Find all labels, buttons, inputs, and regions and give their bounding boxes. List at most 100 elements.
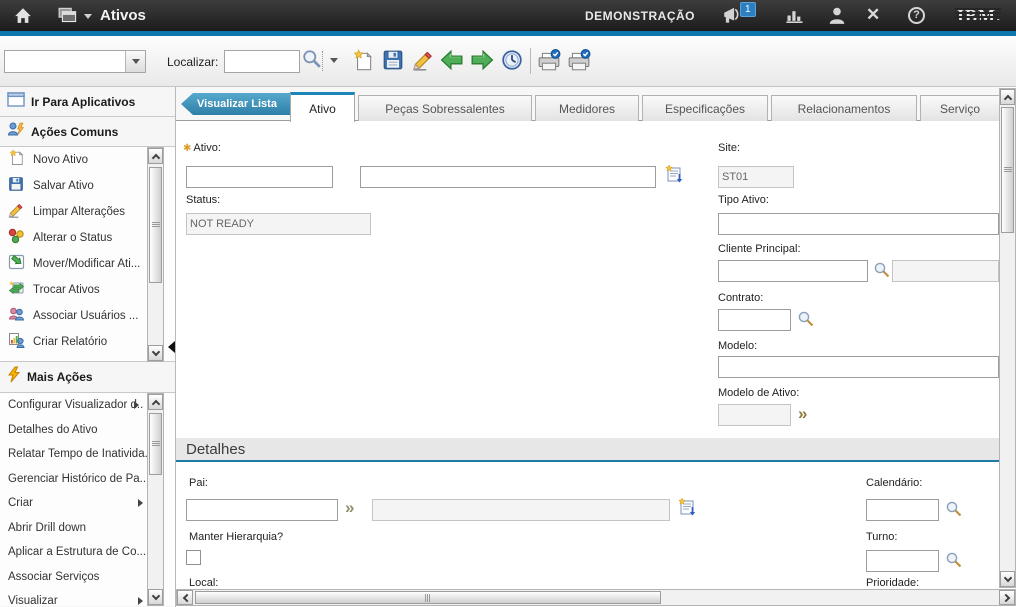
clear-changes-icon[interactable] (411, 49, 435, 76)
asset-id-input[interactable] (186, 166, 333, 188)
find-label: Localizar: (167, 55, 218, 69)
customer-description-field (892, 260, 999, 282)
content-vertical-scrollbar[interactable] (999, 88, 1016, 588)
common-actions-header[interactable]: Ações Comuns (0, 117, 175, 147)
common-actions-label: Ações Comuns (31, 125, 118, 139)
customer-input[interactable] (718, 260, 868, 282)
model-input[interactable] (718, 356, 999, 378)
save-icon (7, 176, 25, 197)
toolbar-separator (530, 48, 531, 74)
scrollbar-thumb[interactable] (149, 413, 162, 475)
action-label: Mover/Modificar Ati... (33, 258, 140, 270)
more-actions-label: Mais Ações (27, 370, 93, 384)
hierarchy-checkbox[interactable] (186, 550, 201, 565)
action-label: Aplicar a Estrutura de Co... (8, 546, 146, 558)
tab-medidores[interactable]: Medidores (535, 95, 639, 121)
close-icon[interactable]: ✕ (866, 6, 880, 23)
environment-label: DEMONSTRAÇÃO (585, 9, 695, 23)
action-label: Salvar Ativo (33, 180, 94, 192)
next-record-icon[interactable] (470, 49, 494, 76)
calendar-input[interactable] (866, 499, 939, 521)
search-options-caret-icon[interactable] (330, 58, 338, 63)
more-actions-list: Configurar Visualizador d.. Detalhes do … (0, 393, 175, 606)
asset-label: ✱Ativo: (183, 142, 221, 154)
change-status-icon (7, 228, 25, 249)
app-switcher-icon[interactable] (58, 7, 80, 29)
parent-input[interactable] (186, 499, 338, 521)
previous-record-icon[interactable] (440, 49, 464, 76)
action-label: Novo Ativo (33, 154, 88, 166)
shift-lookup-icon[interactable] (945, 551, 963, 574)
new-document-icon (7, 149, 25, 172)
asset-template-detail-icon[interactable]: » (798, 405, 807, 423)
scroll-left-button[interactable] (177, 590, 193, 605)
move-modify-icon (7, 254, 25, 275)
more-actions-scrollbar[interactable] (147, 393, 164, 606)
customer-lookup-icon[interactable] (873, 261, 891, 284)
scrollbar-thumb[interactable] (1001, 107, 1014, 233)
action-label: Abrir Drill down (8, 522, 86, 534)
tab-label: Ativo (309, 102, 336, 116)
calendar-lookup-icon[interactable] (945, 500, 963, 523)
parent-detail-icon[interactable]: » (345, 499, 354, 517)
combobox-caret-icon[interactable] (125, 51, 145, 72)
toolbar-dotted-separator (322, 51, 323, 71)
asset-type-input[interactable] (718, 213, 999, 235)
sidebar-collapse-icon[interactable] (168, 341, 175, 353)
more-actions-header[interactable]: Mais Ações (0, 362, 175, 393)
scroll-up-button[interactable] (1000, 89, 1015, 105)
long-description-icon[interactable] (677, 497, 697, 522)
toolbar: Localizar: (0, 36, 1016, 87)
customer-label: Cliente Principal: (718, 243, 801, 255)
history-icon[interactable] (501, 49, 523, 76)
scroll-right-button[interactable] (999, 590, 1015, 605)
common-actions-scrollbar[interactable] (147, 147, 164, 362)
action-label: Configurar Visualizador d.. (8, 399, 143, 411)
contract-input[interactable] (718, 309, 791, 331)
scroll-up-button[interactable] (148, 394, 163, 410)
find-input[interactable] (224, 50, 300, 73)
common-actions-list: Novo Ativo Salvar Ativo Limpar Alteraçõe… (0, 147, 175, 362)
scroll-down-button[interactable] (148, 345, 163, 361)
sidebar: Ir Para Aplicativos Ações Comuns Novo At… (0, 87, 176, 607)
quick-insert-input[interactable] (5, 51, 123, 72)
view-list-button[interactable]: Visualizar Lista (181, 93, 293, 115)
action-label: Alterar o Status (33, 232, 112, 244)
app-switcher-caret-icon[interactable] (84, 14, 92, 19)
contract-lookup-icon[interactable] (797, 310, 815, 333)
reports-chart-icon[interactable] (786, 8, 804, 28)
action-label: Criar Relatório (33, 336, 107, 348)
save-icon[interactable] (382, 49, 404, 76)
page-title: Ativos (100, 7, 146, 24)
help-icon[interactable]: ? (908, 7, 925, 24)
required-icon: ✱ (183, 143, 191, 154)
tab-especificacoes[interactable]: Especificações (642, 95, 768, 121)
profile-icon[interactable] (828, 6, 846, 30)
tab-relacionamentos[interactable]: Relacionamentos (771, 95, 917, 121)
tab-label: Medidores (559, 102, 615, 116)
top-bar: Ativos DEMONSTRAÇÃO 1 ✕ (0, 0, 1016, 31)
scroll-up-button[interactable] (148, 148, 163, 164)
search-icon[interactable] (302, 49, 322, 74)
new-record-icon[interactable] (352, 49, 374, 78)
go-to-applications[interactable]: Ir Para Aplicativos (0, 87, 175, 117)
action-label: Associar Usuários ... (33, 310, 138, 322)
print-icon[interactable] (537, 49, 561, 77)
tab-ativo[interactable]: Ativo (290, 92, 355, 122)
print-with-attachments-icon[interactable] (567, 49, 591, 77)
scroll-down-button[interactable] (1000, 571, 1015, 587)
long-description-icon[interactable] (664, 164, 684, 189)
create-report-icon (7, 332, 25, 353)
scrollbar-thumb[interactable] (195, 591, 661, 604)
scrollbar-thumb[interactable] (149, 167, 162, 283)
scroll-down-button[interactable] (148, 589, 163, 605)
asset-description-input[interactable] (360, 166, 656, 188)
tab-servico[interactable]: Serviço (920, 95, 999, 121)
quick-insert-combobox[interactable] (4, 50, 146, 73)
shift-input[interactable] (866, 550, 939, 572)
action-label: Trocar Ativos (33, 284, 100, 296)
action-label: Relatar Tempo de Inativida... (8, 448, 154, 460)
tab-pecas-sobressalentes[interactable]: Peças Sobressalentes (358, 95, 532, 121)
home-icon[interactable] (14, 7, 32, 29)
content-horizontal-scrollbar[interactable] (176, 589, 1016, 606)
